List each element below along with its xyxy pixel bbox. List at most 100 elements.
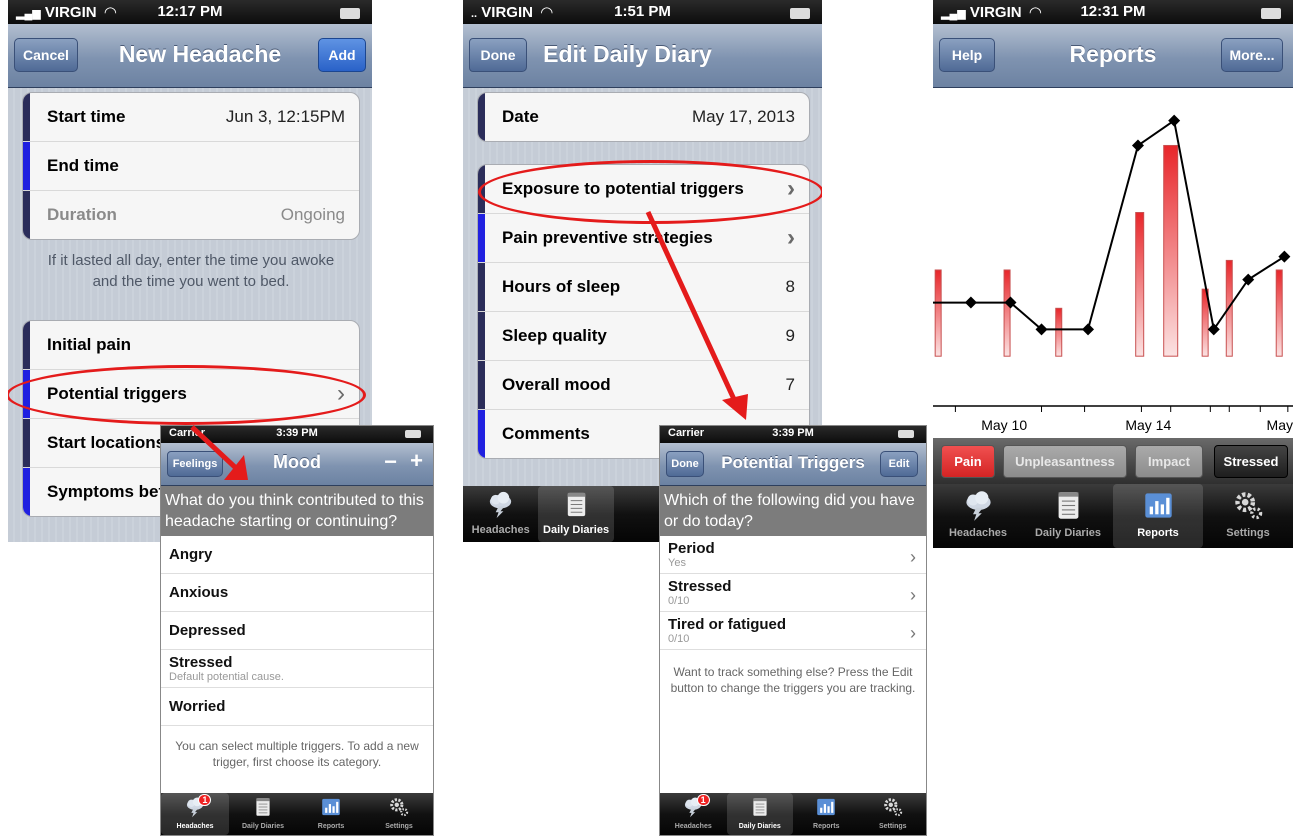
- tab-label: Reports: [1137, 527, 1179, 539]
- cloud-lightning-icon: 1: [660, 794, 727, 823]
- tab-headaches[interactable]: Headaches: [463, 486, 538, 542]
- hint-text: You can select multiple triggers. To add…: [175, 739, 419, 769]
- tab-daily-diaries[interactable]: Daily Diaries: [538, 486, 614, 542]
- data-point: [1131, 139, 1144, 152]
- list-item-worried[interactable]: Worried: [161, 688, 433, 726]
- row-initial-pain[interactable]: Initial pain: [23, 321, 359, 369]
- tab-bar: Headaches Daily Diaries Reports Settings: [933, 484, 1293, 548]
- item-label: Depressed: [169, 622, 246, 639]
- tab-headaches[interactable]: 1 Headaches: [161, 793, 229, 835]
- tab-label: Daily Diaries: [241, 823, 285, 830]
- status-bar: .. VIRGIN ◠ 1:51 PM: [463, 0, 822, 24]
- battery-icon: [898, 430, 914, 438]
- segment-stressed[interactable]: Stressed: [1214, 445, 1288, 478]
- tab-daily-diaries[interactable]: Daily Diaries: [229, 793, 297, 835]
- list-item-period[interactable]: Period Yes ›: [660, 536, 926, 574]
- trigger-list: Period Yes › Stressed 0/10 › Tired or fatigued…: [660, 536, 926, 650]
- list-item-anxious[interactable]: Anxious: [161, 574, 433, 612]
- tab-label: Reports: [317, 823, 345, 830]
- status-bar: ▂▄▆ VIRGIN ◠ 12:31 PM: [933, 0, 1293, 24]
- item-subtitle: 0/10: [668, 595, 690, 607]
- chart-bar: [1135, 212, 1145, 357]
- row-end-time[interactable]: End time: [23, 141, 359, 190]
- battery-icon: [340, 8, 360, 19]
- notepad-icon: [1023, 489, 1113, 527]
- row-color-bar: [478, 312, 485, 360]
- list-item-angry[interactable]: Angry: [161, 536, 433, 574]
- question-prompt: What do you think contributed to this he…: [161, 486, 433, 536]
- add-button[interactable]: Add: [318, 38, 366, 72]
- chevron-right-icon: ›: [910, 546, 916, 567]
- notepad-icon: [229, 796, 297, 823]
- remove-button[interactable]: −: [384, 449, 397, 475]
- status-bar: Carrier 3:39 PM: [660, 426, 926, 443]
- gears-icon: [365, 796, 433, 823]
- row-color-bar: [478, 263, 485, 311]
- list-item-tired-or-fatigued[interactable]: Tired or fatigued 0/10 ›: [660, 612, 926, 650]
- row-overall-mood[interactable]: Overall mood 7: [478, 360, 809, 409]
- item-label: Angry: [169, 546, 213, 563]
- tab-reports[interactable]: Reports: [297, 793, 365, 835]
- row-sleep-quality[interactable]: Sleep quality 9: [478, 311, 809, 360]
- tab-headaches[interactable]: Headaches: [933, 484, 1023, 548]
- edit-button[interactable]: Edit: [880, 451, 918, 477]
- row-color-bar: [478, 93, 485, 141]
- row-color-bar: [478, 214, 485, 262]
- nav-bar: Cancel New Headache Add: [8, 24, 372, 88]
- tab-settings[interactable]: Settings: [365, 793, 433, 835]
- row-value: Ongoing: [280, 205, 345, 224]
- notification-badge: 1: [198, 794, 212, 806]
- tab-label: Headaches: [948, 527, 1008, 539]
- tab-reports[interactable]: Reports: [793, 793, 860, 835]
- date-group: Date May 17, 2013: [477, 92, 810, 142]
- row-date[interactable]: Date May 17, 2013: [478, 93, 809, 141]
- notification-badge: 1: [696, 794, 710, 806]
- add-button[interactable]: +: [410, 448, 423, 474]
- report-chart: May 10 May 14 May: [933, 88, 1293, 438]
- clock: 3:39 PM: [772, 427, 814, 439]
- row-value: Jun 3, 12:15PM: [225, 107, 345, 126]
- row-hours-of-sleep[interactable]: Hours of sleep 8: [478, 262, 809, 311]
- tab-settings[interactable]: Settings: [1203, 484, 1293, 548]
- notepad-icon: [538, 490, 613, 524]
- row-color-bar: [23, 142, 30, 190]
- row-value: May 17, 2013: [691, 107, 795, 126]
- segment-impact[interactable]: Impact: [1135, 445, 1203, 478]
- tab-label: Headaches: [674, 823, 712, 830]
- tab-reports[interactable]: Reports: [1113, 484, 1203, 548]
- nav-bar: Done Edit Daily Diary: [463, 24, 822, 88]
- row-label: Sleep quality: [502, 326, 607, 345]
- clock: 3:39 PM: [276, 427, 318, 439]
- list-item-stressed[interactable]: Stressed Default potential cause.: [161, 650, 433, 688]
- segment-unpleasantness[interactable]: Unpleasantness: [1003, 445, 1127, 478]
- clock: 12:31 PM: [1080, 3, 1146, 20]
- mood-popup: Carrier 3:39 PM Feelings Mood − + What d…: [160, 425, 434, 836]
- time-group: Start time Jun 3, 12:15PM End time Duration…: [22, 92, 360, 240]
- nav-bar: Feelings Mood − +: [161, 443, 433, 486]
- clock: 1:51 PM: [614, 3, 671, 20]
- mood-list: Angry Anxious Depressed Stressed Default pot…: [161, 536, 433, 726]
- row-start-time[interactable]: Start time Jun 3, 12:15PM: [23, 93, 359, 141]
- data-point: [1082, 323, 1095, 336]
- tab-label: Settings: [1226, 527, 1270, 539]
- tab-label: Settings: [878, 823, 907, 830]
- cloud-lightning-icon: [463, 490, 538, 524]
- tab-settings[interactable]: Settings: [860, 793, 927, 835]
- tab-headaches[interactable]: 1 Headaches: [660, 793, 727, 835]
- battery-icon: [790, 8, 810, 19]
- tab-daily-diaries[interactable]: Daily Diaries: [726, 793, 794, 835]
- question-prompt: Which of the following did you have or d…: [660, 486, 926, 536]
- reports-screen: ▂▄▆ VIRGIN ◠ 12:31 PM Help Reports More..…: [933, 0, 1293, 548]
- item-subtitle: 0/10: [668, 633, 690, 645]
- tab-daily-diaries[interactable]: Daily Diaries: [1023, 484, 1113, 548]
- notepad-icon: [727, 796, 794, 823]
- row-duration[interactable]: Duration Ongoing: [23, 190, 359, 239]
- row-color-bar: [478, 410, 485, 458]
- more-button[interactable]: More...: [1221, 38, 1283, 72]
- list-item-depressed[interactable]: Depressed: [161, 612, 433, 650]
- row-color-bar: [23, 93, 30, 141]
- list-item-stressed[interactable]: Stressed 0/10 ›: [660, 574, 926, 612]
- segment-pain[interactable]: Pain: [941, 445, 995, 478]
- row-label: Hours of sleep: [502, 277, 621, 296]
- row-label: Initial pain: [47, 335, 132, 354]
